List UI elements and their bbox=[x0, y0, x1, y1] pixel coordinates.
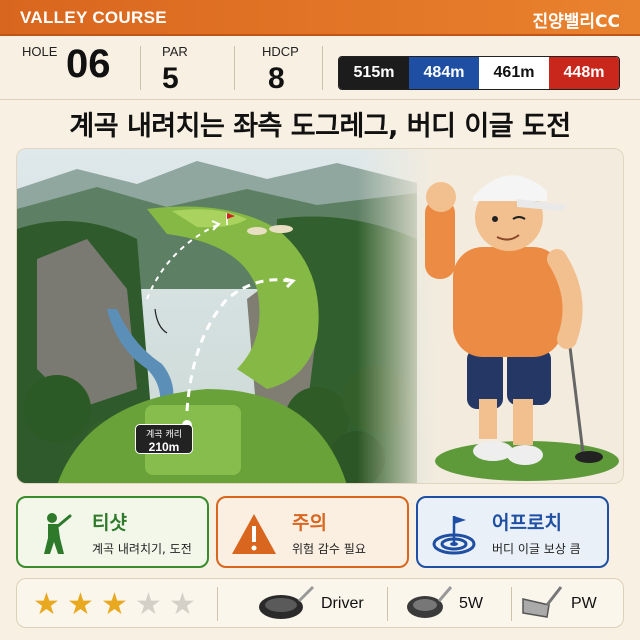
approach-text: 버디 이글 보상 큼 bbox=[492, 542, 581, 556]
carry-label: 계곡 캐리 bbox=[146, 430, 182, 440]
star-filled-icon: ★ bbox=[33, 587, 60, 622]
tee-black-distance: 515m bbox=[339, 57, 409, 89]
tee-white-distance: 461m bbox=[479, 57, 549, 89]
header-bar: VALLEY COURSE 진양밸리CC bbox=[0, 0, 640, 36]
hole-label: HOLE bbox=[22, 44, 58, 59]
divider bbox=[217, 587, 218, 621]
hole-guide-card: VALLEY COURSE 진양밸리CC HOLE 06 PAR 5 HDCP … bbox=[0, 0, 640, 640]
star-filled-icon: ★ bbox=[101, 587, 128, 622]
carry-value: 210m bbox=[148, 440, 180, 454]
divider bbox=[511, 587, 512, 621]
divider bbox=[234, 46, 235, 90]
club-pw: PW bbox=[517, 583, 617, 625]
par-value: 5 bbox=[162, 62, 179, 95]
tee-shot-heading: 티샷 bbox=[92, 512, 127, 534]
club-name: 진양밸리CC bbox=[532, 12, 620, 32]
divider bbox=[140, 46, 141, 90]
golfer-swing-icon bbox=[44, 513, 72, 554]
tee-shot-text: 계곡 내려치기, 도전 bbox=[92, 542, 192, 556]
tee-blue-distance: 484m bbox=[409, 57, 479, 89]
divider bbox=[322, 46, 323, 90]
hole-cell: HOLE bbox=[22, 44, 57, 59]
caution-text: 위험 감수 필요 bbox=[292, 542, 366, 556]
club-5w-name: 5W bbox=[459, 595, 483, 612]
wood-club-icon bbox=[407, 586, 453, 618]
club-driver: Driver bbox=[255, 583, 375, 625]
star-filled-icon: ★ bbox=[67, 587, 94, 622]
tee-distances: 515m 484m 461m 448m bbox=[338, 56, 620, 90]
carry-badge: 계곡 캐리 210m bbox=[135, 424, 193, 454]
club-pw-name: PW bbox=[571, 595, 597, 612]
approach-card: 어프로치 버디 이글 보상 큼 bbox=[416, 496, 609, 568]
tee-red-distance: 448m bbox=[549, 57, 619, 89]
hdcp-value: 8 bbox=[268, 62, 285, 95]
difficulty-club-bar: ★ ★ ★ ★ ★ Driver 5W PW bbox=[16, 578, 624, 628]
divider bbox=[387, 587, 388, 621]
club-5w: 5W bbox=[401, 583, 501, 625]
approach-heading: 어프로치 bbox=[492, 512, 562, 534]
star-empty-icon: ★ bbox=[135, 587, 162, 622]
driver-club-icon bbox=[259, 585, 315, 619]
hdcp-label: HDCP bbox=[262, 44, 299, 59]
caution-heading: 주의 bbox=[292, 512, 327, 534]
hole-number: 06 bbox=[66, 42, 111, 86]
hole-illustration: 계곡 캐리 210m bbox=[16, 148, 624, 484]
warning-icon bbox=[232, 514, 276, 554]
club-driver-name: Driver bbox=[321, 595, 364, 612]
course-landscape bbox=[17, 149, 623, 483]
course-name: VALLEY COURSE bbox=[20, 8, 167, 27]
par-cell: PAR 5 bbox=[162, 44, 188, 99]
caution-card: 주의 위험 감수 필요 bbox=[216, 496, 409, 568]
hdcp-cell: HDCP 8 bbox=[262, 44, 299, 99]
tee-shot-card: 티샷 계곡 내려치기, 도전 bbox=[16, 496, 209, 568]
hole-number-cell: 06 bbox=[66, 42, 111, 86]
target-flag-icon bbox=[432, 516, 476, 555]
wedge-club-icon bbox=[522, 586, 563, 618]
star-empty-icon: ★ bbox=[169, 587, 196, 622]
par-label: PAR bbox=[162, 44, 188, 59]
hole-title: 계곡 내려치는 좌측 도그레그, 버디 이글 도전 bbox=[69, 111, 571, 142]
